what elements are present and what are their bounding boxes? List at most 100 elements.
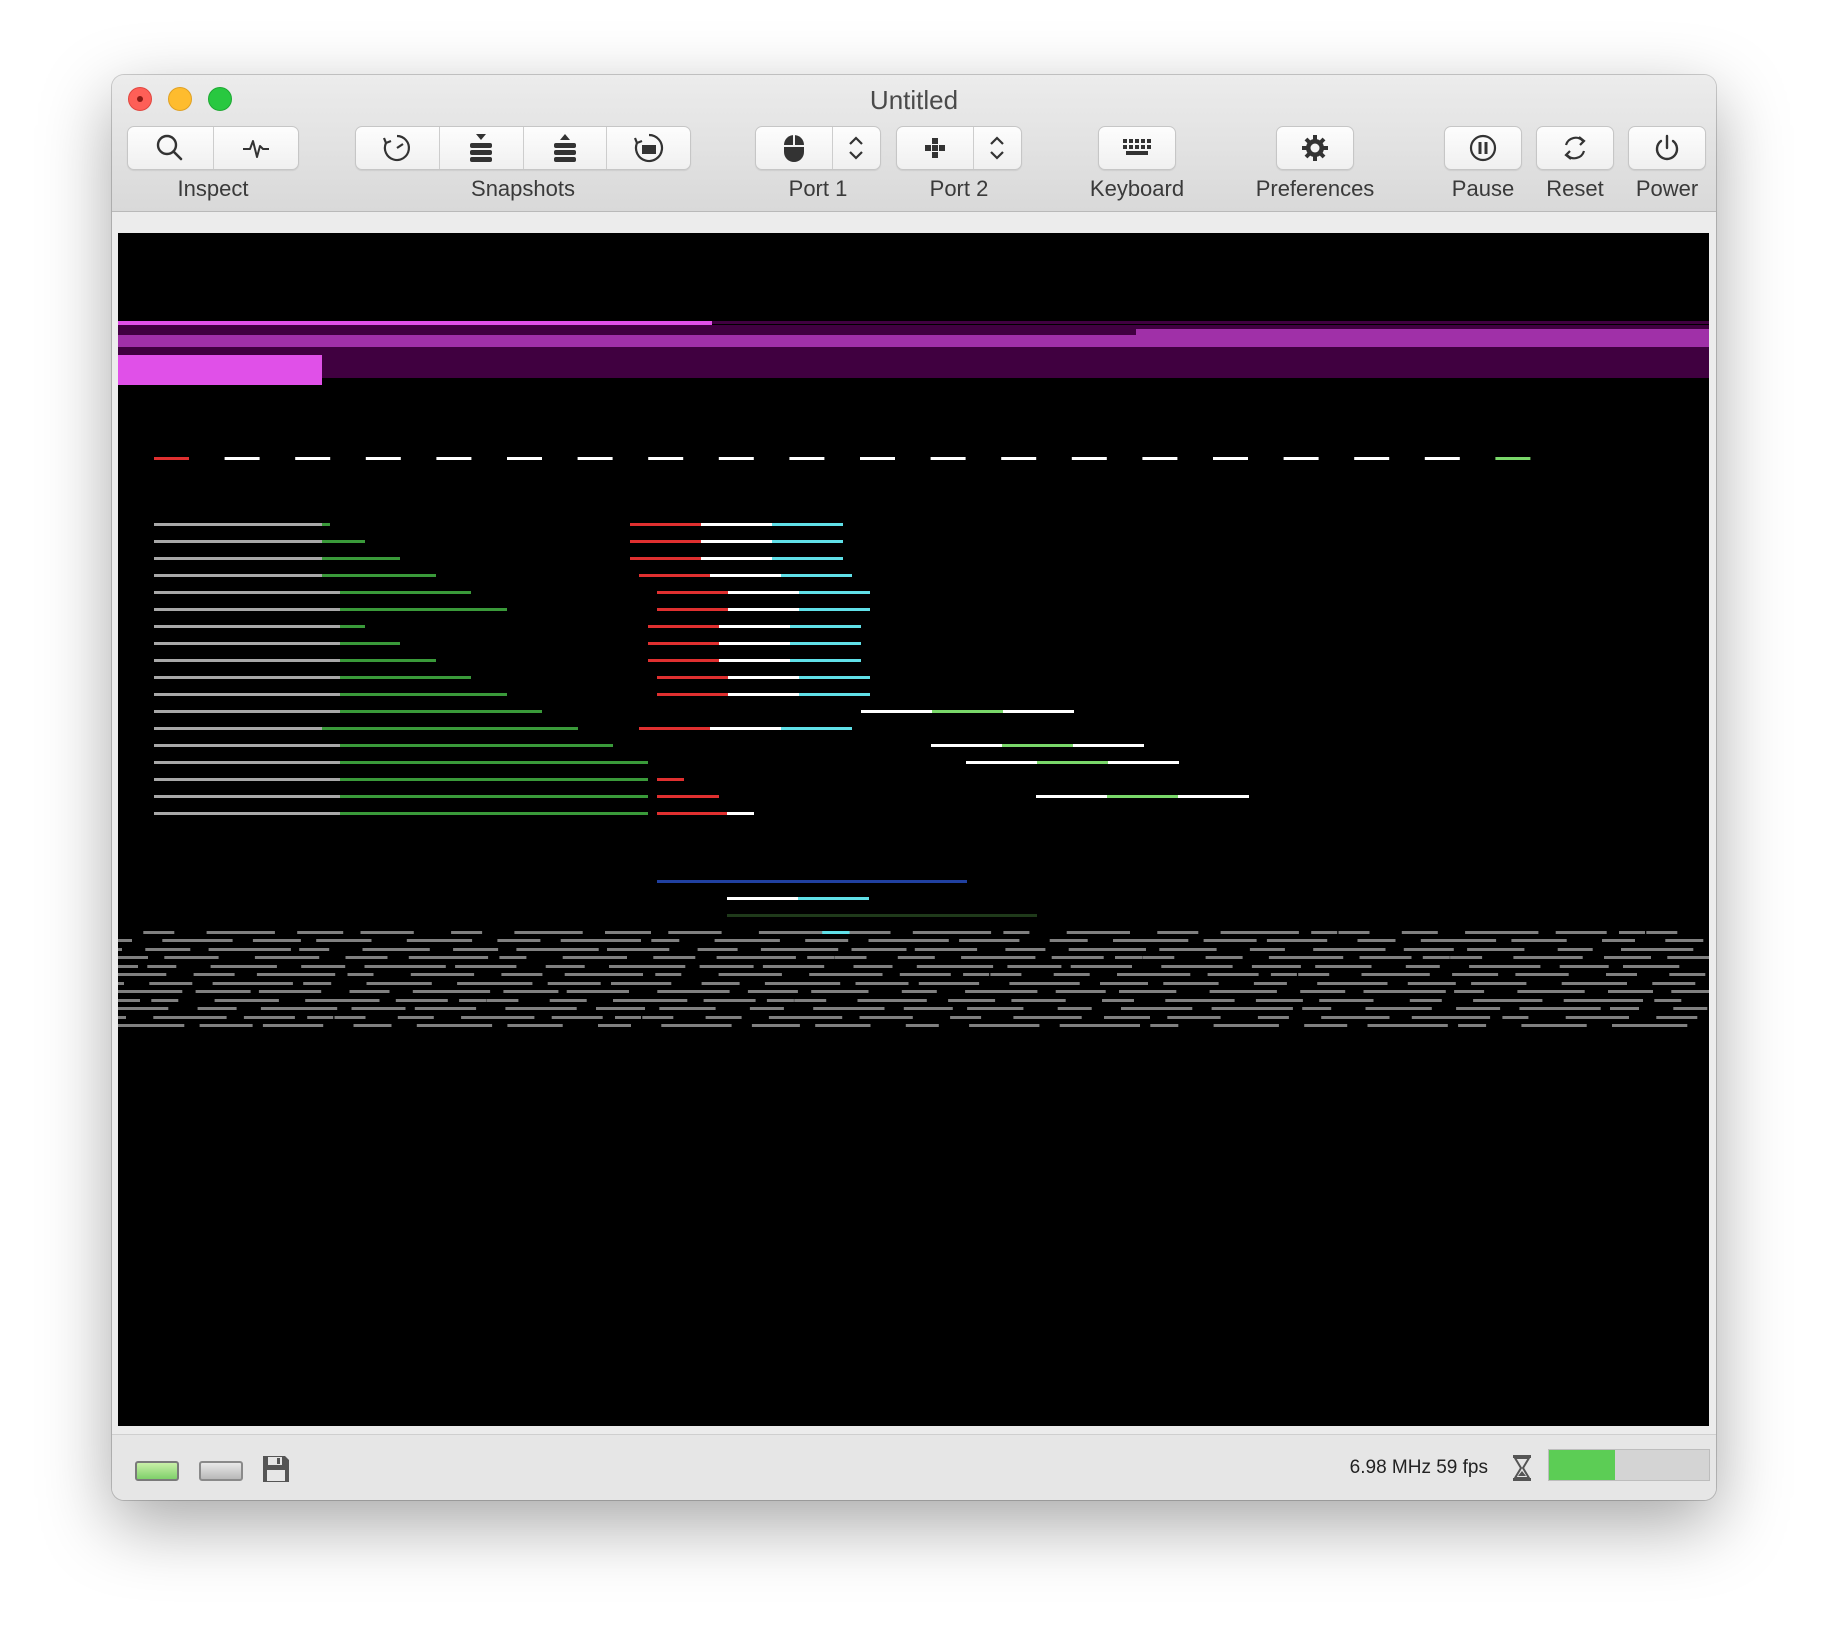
grey-stripe — [1344, 982, 1388, 985]
grey-stripe — [451, 931, 483, 934]
hourglass-icon[interactable] — [1510, 1453, 1534, 1483]
port2-popup[interactable] — [896, 126, 1022, 170]
grey-stripe — [118, 982, 124, 985]
port1-popup[interactable] — [755, 126, 881, 170]
grey-stripe — [1066, 931, 1098, 934]
grey-stripe — [1102, 999, 1134, 1002]
status-bar: 6.98 MHz 59 fps — [112, 1434, 1716, 1500]
grey-stripe — [118, 948, 122, 951]
grey-stripe — [149, 982, 193, 985]
grey-stripe — [334, 1016, 366, 1019]
floppy-disk-icon[interactable] — [260, 1453, 292, 1485]
dash-segment — [1213, 457, 1248, 460]
grey-stripe — [455, 965, 485, 968]
drive-1-led[interactable] — [135, 1461, 179, 1481]
grey-stripe — [1304, 1024, 1348, 1027]
keyboard-button[interactable] — [1098, 126, 1176, 170]
preferences-button[interactable] — [1276, 126, 1354, 170]
monitor-button[interactable] — [214, 127, 299, 169]
grey-bar — [154, 574, 322, 577]
grey-stripe — [1205, 956, 1243, 959]
green-bar — [340, 710, 542, 713]
grey-stripe — [241, 999, 279, 1002]
red-bar — [639, 727, 710, 730]
grey-stripe — [347, 973, 374, 976]
grey-stripe — [1207, 973, 1259, 976]
cyan-bar — [781, 574, 852, 577]
grey-stripe — [944, 965, 994, 968]
grey-stripe — [214, 999, 247, 1002]
mouse-icon — [783, 135, 804, 162]
grey-stripe — [145, 948, 191, 951]
red-bar — [630, 540, 701, 543]
grey-stripe — [1450, 956, 1483, 959]
grey-stripe — [1407, 982, 1456, 985]
dash-segment — [1283, 457, 1319, 460]
power-button[interactable] — [1628, 126, 1706, 170]
grey-stripe — [1188, 965, 1233, 968]
grey-stripe — [834, 956, 867, 959]
purple-band — [118, 321, 712, 325]
grey-stripe — [853, 965, 893, 968]
green-bar — [1037, 761, 1108, 764]
grey-stripe — [1255, 999, 1303, 1002]
grey-stripe — [1405, 965, 1440, 968]
cyan-bar — [781, 727, 852, 730]
dash-segment — [789, 457, 825, 460]
take-snapshot-button[interactable] — [440, 127, 524, 169]
grey-stripe — [1656, 1016, 1698, 1019]
grey-stripe — [946, 982, 980, 985]
grey-stripe — [684, 990, 730, 993]
pause-button[interactable] — [1444, 126, 1522, 170]
grey-stripe — [1669, 973, 1706, 976]
speed-meter — [1548, 1449, 1710, 1481]
grey-stripe — [758, 931, 790, 934]
grey-stripe — [914, 948, 945, 951]
grey-stripe — [1671, 990, 1709, 993]
grey-stripe — [180, 1016, 227, 1019]
snapshot-browser-button[interactable] — [607, 127, 690, 169]
pause-label: Pause — [1451, 176, 1515, 201]
grey-stripe — [1452, 973, 1499, 976]
dash-segment — [1142, 457, 1178, 460]
grey-stripe — [1038, 999, 1066, 1002]
grey-bar — [154, 608, 340, 611]
grey-stripe — [838, 990, 869, 993]
red-bar — [657, 693, 728, 696]
grey-stripe — [1005, 948, 1046, 951]
grey-stripe — [1266, 939, 1295, 942]
grey-stripe — [195, 990, 251, 993]
green-bar — [1002, 744, 1073, 747]
grey-stripe — [1544, 990, 1585, 993]
grey-stripe — [1667, 956, 1709, 959]
white-bar — [719, 642, 790, 645]
grey-stripe — [1591, 999, 1643, 1002]
grey-stripe — [1500, 999, 1543, 1002]
grey-stripe — [151, 999, 179, 1002]
inspector-button[interactable] — [128, 127, 214, 169]
grey-stripe — [1401, 931, 1438, 934]
snapshot-timer-button[interactable] — [356, 127, 440, 169]
grey-stripe — [1392, 1007, 1432, 1010]
red-bar — [630, 523, 701, 526]
port1-stepper[interactable] — [833, 127, 880, 169]
joystick-icon — [924, 138, 945, 158]
grey-stripe — [391, 965, 446, 968]
grey-stripe — [1057, 1007, 1092, 1010]
emulator-window: Untitled Inspect Snapshots Port 1 Port 2… — [112, 75, 1716, 1500]
cyan-bar — [799, 676, 870, 679]
reset-button[interactable] — [1536, 126, 1614, 170]
grey-stripe — [118, 939, 132, 942]
white-bar — [701, 557, 772, 560]
grey-stripe — [343, 939, 372, 942]
emulator-screen[interactable] — [118, 233, 1709, 1426]
grey-stripe — [1565, 1016, 1597, 1019]
green-bar — [340, 761, 648, 764]
dash-segment — [718, 457, 754, 460]
grey-stripe — [1098, 965, 1132, 968]
grey-stripe — [950, 1016, 982, 1019]
drive-2-led[interactable] — [199, 1461, 243, 1481]
restore-snapshot-button[interactable] — [524, 127, 608, 169]
port2-stepper[interactable] — [974, 127, 1021, 169]
grey-stripe — [1492, 931, 1539, 934]
